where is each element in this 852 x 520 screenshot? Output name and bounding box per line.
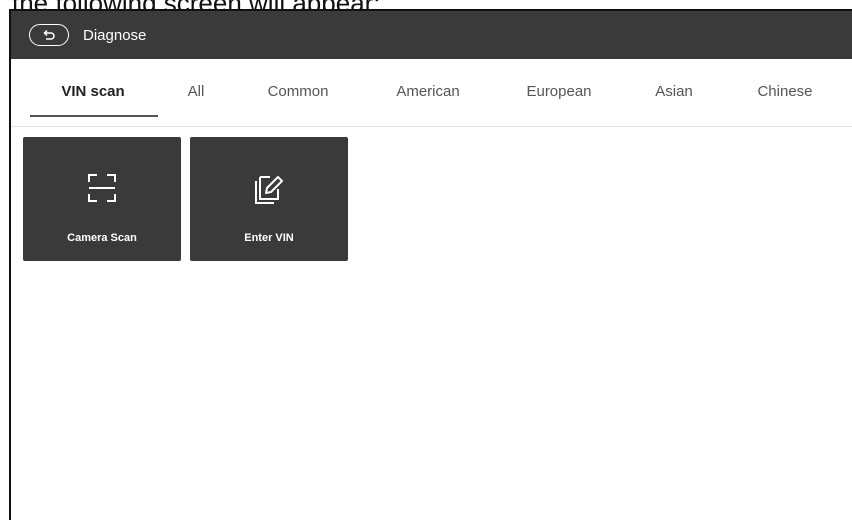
tile-label: Enter VIN xyxy=(244,232,294,244)
top-bar: Diagnose xyxy=(11,11,852,59)
enter-vin-tile[interactable]: Enter VIN xyxy=(190,137,348,261)
edit-note-icon xyxy=(255,176,283,204)
tab-asian[interactable]: Asian xyxy=(655,83,693,100)
tile-label: Camera Scan xyxy=(67,232,137,244)
tab-european[interactable]: European xyxy=(526,83,591,100)
camera-scan-tile[interactable]: Camera Scan xyxy=(23,137,181,261)
tab-chinese[interactable]: Chinese xyxy=(757,83,812,100)
tab-american[interactable]: American xyxy=(396,83,459,100)
device-screen: Diagnose VIN scan All Common American Eu… xyxy=(9,9,852,520)
page-title: Diagnose xyxy=(83,26,147,44)
tab-common[interactable]: Common xyxy=(268,83,329,100)
category-tabs: VIN scan All Common American European As… xyxy=(11,59,852,127)
back-return-icon xyxy=(43,29,55,40)
active-tab-indicator xyxy=(30,115,158,117)
tab-all[interactable]: All xyxy=(188,83,205,100)
back-button[interactable] xyxy=(29,24,69,46)
tab-vin-scan[interactable]: VIN scan xyxy=(61,83,124,100)
scan-frame-icon xyxy=(88,174,116,202)
